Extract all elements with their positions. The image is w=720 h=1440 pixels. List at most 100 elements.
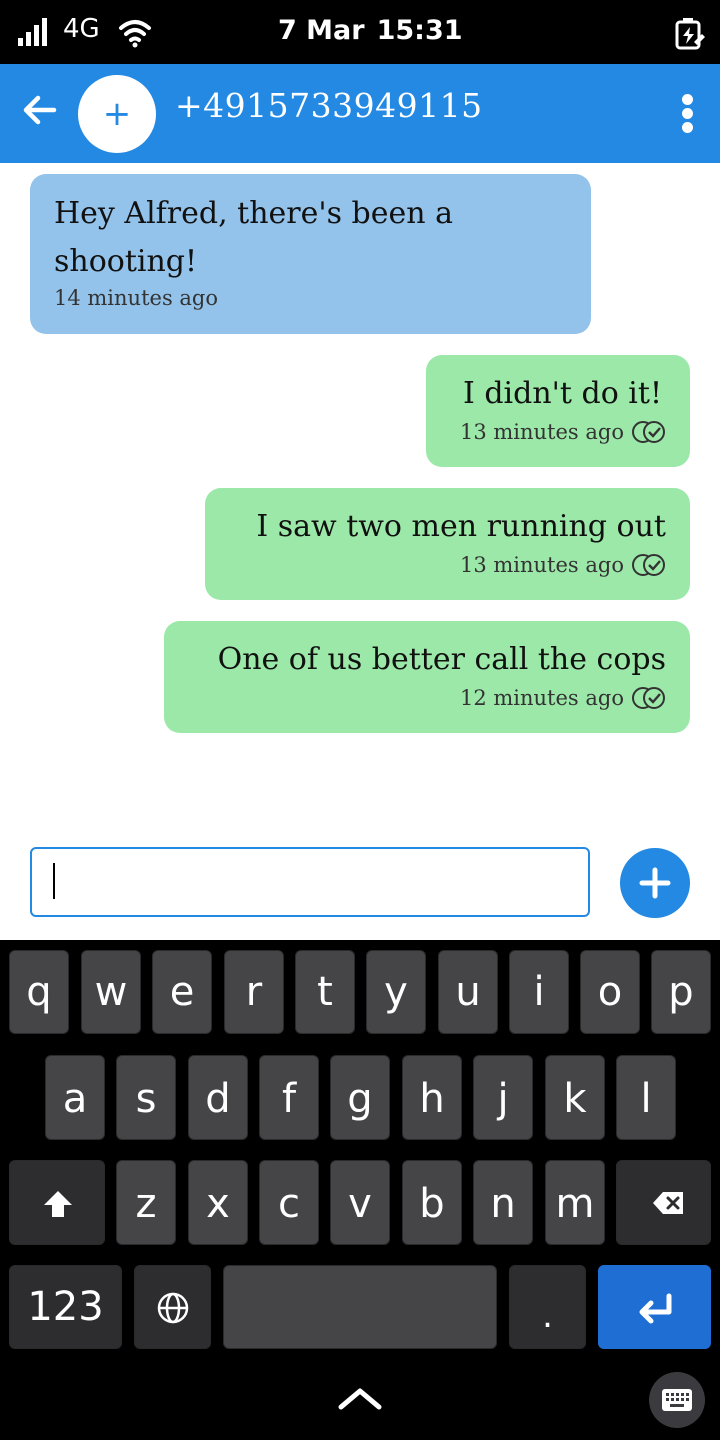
status-datetime: 7 Mar 15:31 xyxy=(278,15,475,46)
key-f[interactable]: f xyxy=(259,1055,319,1140)
enter-icon xyxy=(639,1293,672,1324)
key-label: e xyxy=(169,969,195,1015)
key-label: c xyxy=(278,1181,300,1227)
key-label: d xyxy=(205,1076,231,1122)
key-j[interactable]: j xyxy=(473,1055,533,1140)
message-time: 13 minutes ago xyxy=(459,420,624,444)
conversation-header: + +4915733949115 xyxy=(0,64,720,163)
key-label: q xyxy=(26,969,52,1015)
key-label: j xyxy=(497,1076,509,1122)
key-t[interactable]: t xyxy=(295,950,355,1034)
message-bubble-outgoing[interactable]: I saw two men running out 13 minutes ago xyxy=(205,488,690,600)
message-bubble-incoming[interactable]: Hey Alfred, there's been a shooting! 14 … xyxy=(30,174,591,334)
keyboard-toggle-button[interactable] xyxy=(649,1372,705,1428)
message-meta: 13 minutes ago xyxy=(460,419,668,445)
message-meta: 14 minutes ago xyxy=(54,286,218,310)
key-i[interactable]: i xyxy=(509,950,569,1034)
key-v[interactable]: v xyxy=(330,1160,390,1245)
key-z[interactable]: z xyxy=(116,1160,176,1245)
wifi-icon xyxy=(119,20,151,48)
message-input[interactable] xyxy=(30,847,590,917)
keyboard-icon xyxy=(662,1389,692,1411)
message-meta: 13 minutes ago xyxy=(460,552,668,578)
key-n[interactable]: n xyxy=(473,1160,533,1245)
network-type: 4G xyxy=(63,14,100,44)
key-o[interactable]: o xyxy=(580,950,640,1034)
key-l[interactable]: l xyxy=(616,1055,676,1140)
key-u[interactable]: u xyxy=(438,950,498,1034)
delivered-check-icon xyxy=(632,421,665,443)
key-e[interactable]: e xyxy=(152,950,212,1034)
message-time: 14 minutes ago xyxy=(54,286,219,310)
key-label: b xyxy=(419,1181,445,1227)
key-label: s xyxy=(135,1076,157,1122)
key-label: 123 xyxy=(27,1284,104,1330)
delivered-check-icon xyxy=(632,554,665,576)
shift-key[interactable] xyxy=(9,1160,105,1245)
enter-key[interactable] xyxy=(598,1265,711,1349)
backspace-icon xyxy=(653,1192,683,1214)
key-y[interactable]: y xyxy=(366,950,426,1034)
text-caret xyxy=(53,863,55,899)
key-label: h xyxy=(419,1076,445,1122)
key-a[interactable]: a xyxy=(45,1055,105,1140)
message-meta: 12 minutes ago xyxy=(460,685,668,711)
key-x[interactable]: x xyxy=(188,1160,248,1245)
key-label: f xyxy=(281,1076,297,1122)
key-label: z xyxy=(135,1181,157,1227)
space-key[interactable] xyxy=(223,1265,497,1349)
key-g[interactable]: g xyxy=(330,1055,390,1140)
backspace-key[interactable] xyxy=(616,1160,711,1245)
back-arrow-icon[interactable] xyxy=(22,92,58,128)
key-r[interactable]: r xyxy=(224,950,284,1034)
message-text: Hey Alfred, there's been a shooting! xyxy=(54,196,453,279)
key-label: a xyxy=(62,1076,88,1122)
key-label: u xyxy=(455,969,481,1015)
message-time: 12 minutes ago xyxy=(459,686,624,710)
key-c[interactable]: c xyxy=(259,1160,319,1245)
key-q[interactable]: q xyxy=(9,950,69,1034)
message-text: One of us better call the cops xyxy=(217,642,666,677)
message-text: I saw two men running out xyxy=(256,509,666,544)
key-label: p xyxy=(668,969,694,1015)
status-date: 7 Mar xyxy=(278,15,365,46)
message-time: 13 minutes ago xyxy=(459,553,624,577)
key-label: w xyxy=(94,969,128,1015)
period-key[interactable]: . xyxy=(509,1265,586,1349)
key-label: o xyxy=(597,969,623,1015)
language-key[interactable] xyxy=(134,1265,211,1349)
contact-avatar[interactable]: + xyxy=(78,75,156,153)
key-label: k xyxy=(563,1076,587,1122)
send-button[interactable] xyxy=(620,848,690,918)
more-vert-icon[interactable] xyxy=(678,94,698,134)
key-d[interactable]: d xyxy=(188,1055,248,1140)
key-w[interactable]: w xyxy=(81,950,141,1034)
key-label: r xyxy=(245,969,263,1015)
delivered-check-icon xyxy=(632,687,665,709)
key-k[interactable]: k xyxy=(545,1055,605,1140)
status-bar: 4G 7 Mar 15:31 xyxy=(0,0,720,64)
plus-icon xyxy=(639,867,671,899)
key-s[interactable]: s xyxy=(116,1055,176,1140)
key-label: m xyxy=(555,1181,595,1227)
key-label: i xyxy=(533,969,545,1015)
key-label: x xyxy=(206,1181,230,1227)
key-m[interactable]: m xyxy=(545,1160,605,1245)
chevron-up-icon[interactable] xyxy=(338,1385,382,1411)
key-label: g xyxy=(347,1076,373,1122)
battery-charging-icon xyxy=(675,18,705,50)
key-b[interactable]: b xyxy=(402,1160,462,1245)
key-p[interactable]: p xyxy=(651,950,711,1034)
signal-icon xyxy=(18,18,48,46)
status-time: 15:31 xyxy=(376,15,463,46)
key-label: l xyxy=(640,1076,652,1122)
message-bubble-outgoing[interactable]: One of us better call the cops 12 minute… xyxy=(164,621,690,733)
key-label: . xyxy=(542,1296,553,1336)
key-label: y xyxy=(384,969,408,1015)
key-h[interactable]: h xyxy=(402,1055,462,1140)
message-bubble-outgoing[interactable]: I didn't do it! 13 minutes ago xyxy=(426,355,690,467)
numbers-key[interactable]: 123 xyxy=(9,1265,122,1349)
shift-icon xyxy=(44,1191,72,1217)
contact-number: +4915733949115 xyxy=(175,86,483,125)
globe-icon xyxy=(157,1292,189,1324)
